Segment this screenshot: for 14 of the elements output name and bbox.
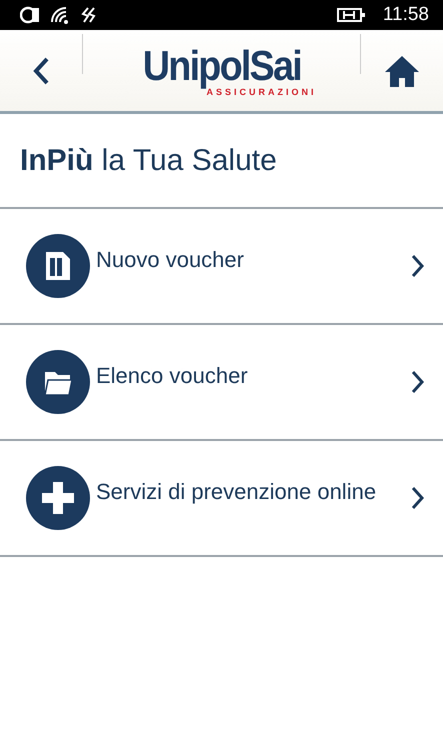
vibrate-icon (80, 6, 98, 24)
back-button[interactable] (31, 56, 51, 86)
battery-icon (336, 7, 365, 23)
chevron-icon (411, 254, 425, 278)
home-button[interactable] (384, 54, 420, 86)
document-icon (26, 234, 90, 298)
wifi-icon (50, 6, 70, 24)
sim-icon (20, 6, 40, 24)
folder-icon (26, 350, 90, 414)
chevron-icon (411, 370, 425, 394)
clock-time: 11:58 (382, 4, 429, 26)
plus-icon (26, 466, 90, 530)
logo: UnipolSai ASSICURAZIONI (141, 44, 318, 96)
chevron-icon (411, 486, 425, 510)
